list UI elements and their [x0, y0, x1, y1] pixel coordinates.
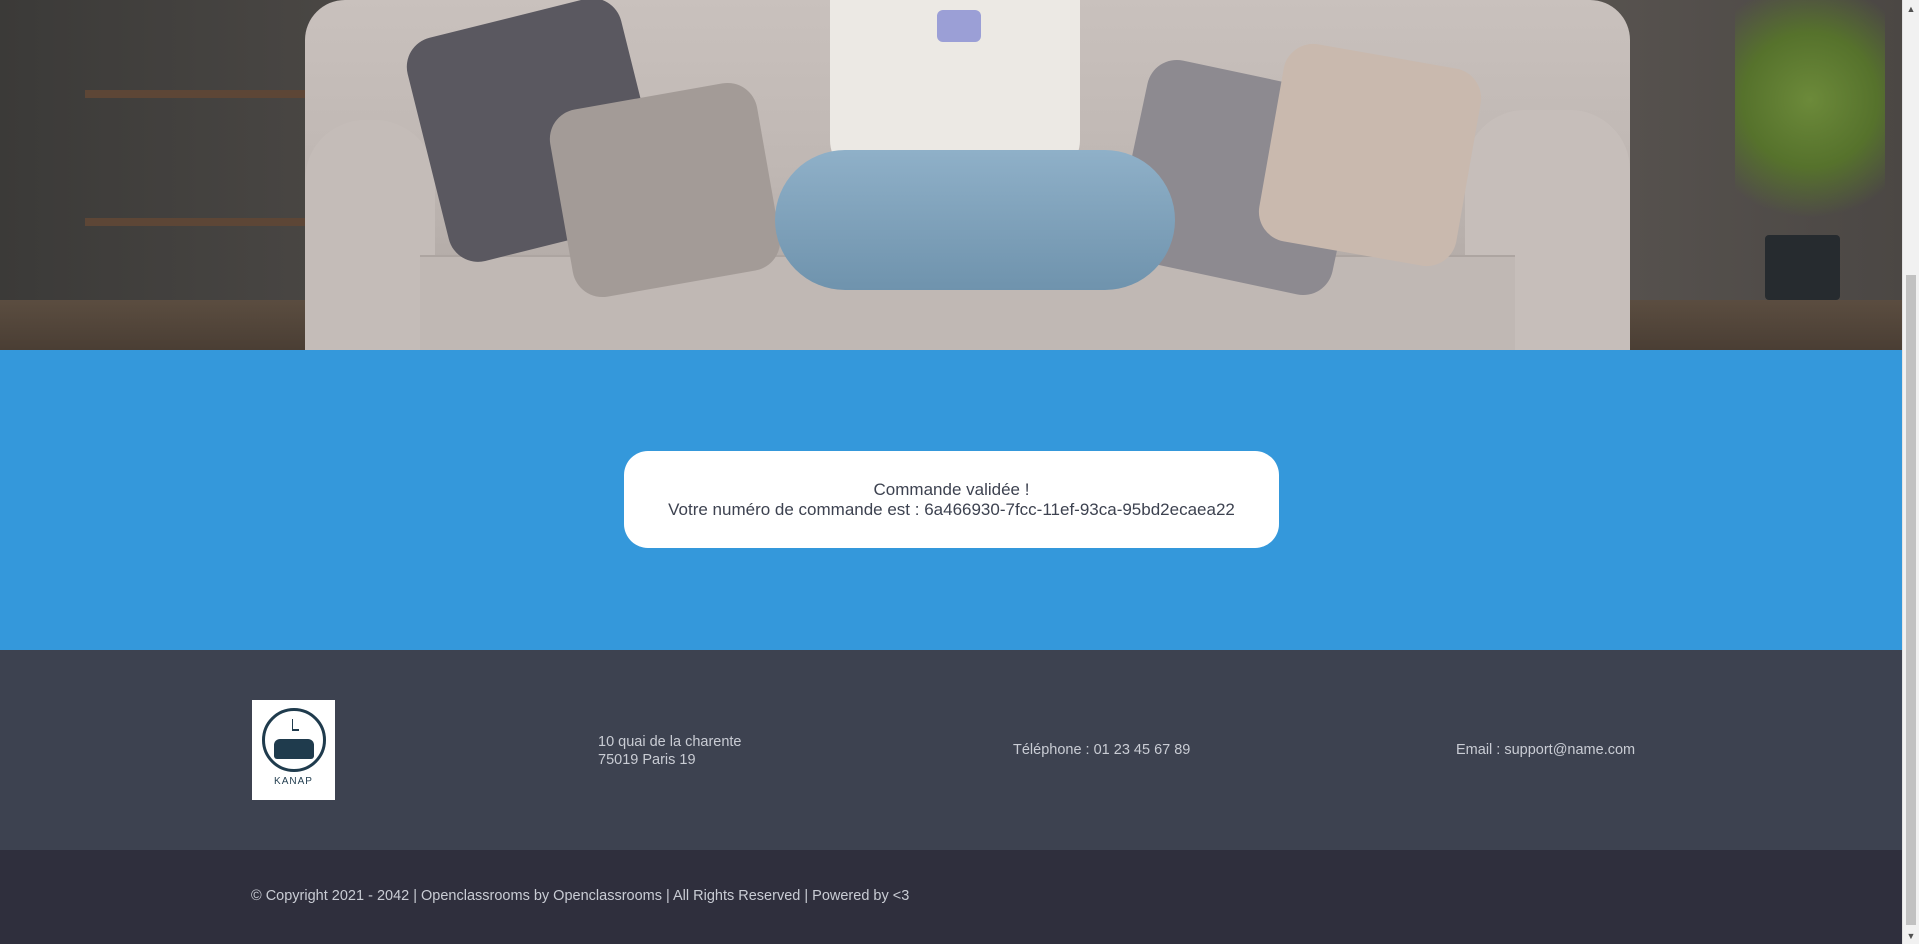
copyright-text: © Copyright 2021 - 2042 | Openclassrooms…	[251, 888, 910, 904]
scrollbar-thumb[interactable]	[1906, 275, 1916, 925]
pillow	[1254, 39, 1486, 271]
lamp-icon	[291, 719, 299, 731]
footer-bottom: © Copyright 2021 - 2042 | Openclassrooms…	[0, 850, 1902, 944]
plant-pot	[1765, 235, 1840, 300]
hero-banner-image	[0, 0, 1902, 350]
scroll-down-icon[interactable]: ▼	[1903, 927, 1919, 944]
address-line: 75019 Paris 19	[598, 752, 696, 768]
phone	[937, 10, 981, 42]
footer-phone: Téléphone : 01 23 45 67 89	[1013, 742, 1191, 758]
sofa-icon	[261, 708, 326, 772]
plant	[1735, 0, 1885, 250]
footer-email: Email : support@name.com	[1456, 742, 1636, 758]
kanap-logo[interactable]: KANAP	[252, 700, 335, 800]
sofa-arm	[305, 120, 435, 350]
pillow	[545, 78, 785, 302]
order-number: Votre numéro de commande est : 6a466930-…	[668, 499, 1235, 519]
address-line: 10 quai de la charente	[598, 734, 742, 750]
confirmation-title: Commande validée !	[873, 479, 1030, 499]
footer: KANAP 10 quai de la charente 75019 Paris…	[0, 650, 1902, 850]
logo-text: KANAP	[274, 776, 313, 787]
confirmation-box: Commande validée ! Votre numéro de comma…	[624, 451, 1279, 548]
vertical-scrollbar[interactable]: ▲ ▼	[1902, 0, 1919, 944]
person-legs	[775, 150, 1175, 290]
confirmation-section: Commande validée ! Votre numéro de comma…	[0, 350, 1902, 650]
page: Commande validée ! Votre numéro de comma…	[0, 0, 1902, 944]
scroll-up-icon[interactable]: ▲	[1903, 0, 1919, 17]
couch-icon	[273, 739, 314, 759]
footer-address: 10 quai de la charente 75019 Paris 19	[598, 733, 742, 769]
